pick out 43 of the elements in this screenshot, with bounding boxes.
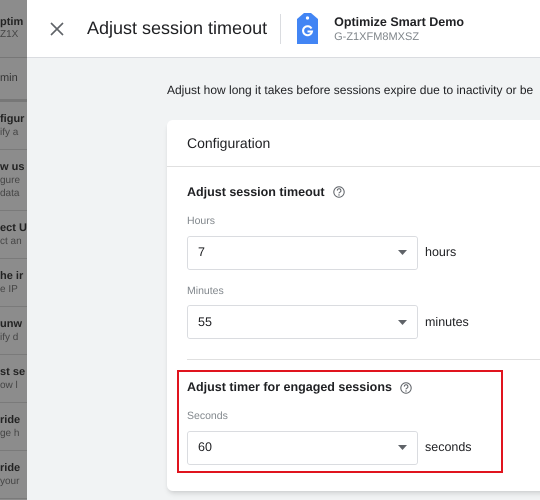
unit-label: minutes <box>425 314 469 331</box>
sidebar-item-text: ge h <box>0 427 20 440</box>
sidebar-item[interactable]: ect U <box>0 221 27 235</box>
sidebar-item-text: your <box>0 475 20 488</box>
sidebar-section: min <box>0 70 18 87</box>
unit-label: seconds <box>425 439 472 456</box>
section-heading: Adjust session timeout <box>187 184 325 201</box>
card-title: Configuration <box>187 134 270 153</box>
dropdown-field[interactable]: 60 <box>187 430 418 465</box>
sidebar-title: ptim <box>0 16 24 29</box>
description-text: Adjust how long it takes before sessions expire due to inactivity or be <box>167 82 534 99</box>
property-id: G-Z1XFM8MXSZ <box>334 30 420 44</box>
sidebar-item[interactable]: st se <box>0 365 27 379</box>
dialog-title: Adjust session timeout <box>87 17 268 40</box>
sidebar-item-text: ct an <box>0 235 23 248</box>
sidebar-subtitle: Z1X <box>0 29 20 41</box>
dropdown-field[interactable]: 55 <box>187 305 418 340</box>
sidebar-item-text: gure <box>0 174 22 187</box>
property-name: Optimize Smart Demo <box>334 14 464 30</box>
field-label: Hours <box>187 214 216 229</box>
caret-icon <box>398 250 407 255</box>
sidebar-item[interactable]: unw <box>0 317 27 331</box>
sidebar-item-text: ify a <box>0 126 20 139</box>
sidebar-item-text: ow l <box>0 379 19 392</box>
dropdown-field[interactable]: 7 <box>187 236 418 270</box>
sidebar-item[interactable]: ride <box>0 461 27 475</box>
sidebar-item-text: e IP <box>0 283 19 296</box>
field-label: Minutes <box>187 284 225 298</box>
sidebar-item-text: data <box>0 187 20 200</box>
sidebar-item[interactable]: w us <box>0 160 27 174</box>
field-label: Seconds <box>187 409 229 424</box>
sidebar-item[interactable]: he ir <box>0 269 27 283</box>
section-heading: Adjust timer for engaged sessions <box>187 379 392 396</box>
sidebar-item-text: ify d <box>0 331 20 344</box>
help-icon[interactable] <box>332 186 345 198</box>
caret-icon <box>398 445 407 450</box>
caret-icon <box>398 320 407 325</box>
help-icon[interactable] <box>400 382 412 394</box>
sidebar-item[interactable]: figur <box>0 112 27 126</box>
sidebar-item[interactable]: ride <box>0 413 27 427</box>
tag-icon <box>297 13 318 44</box>
unit-label: hours <box>425 244 456 262</box>
close-icon <box>50 22 64 36</box>
